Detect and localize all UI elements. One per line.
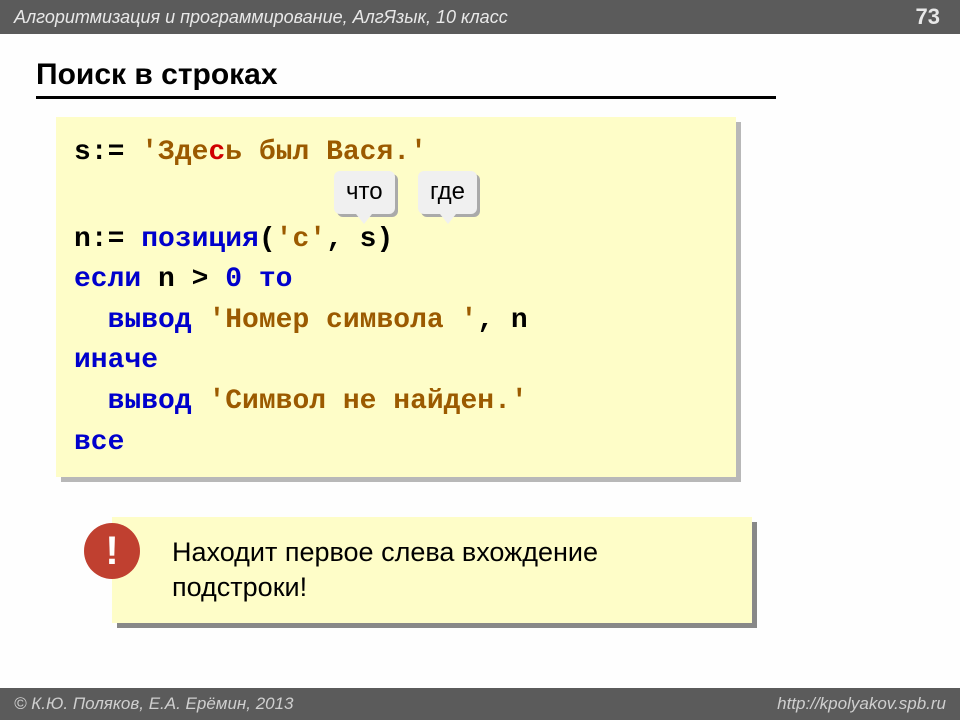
label-chip-what: что	[334, 171, 395, 214]
label-chip-where: где	[418, 171, 477, 214]
code-line: вывод 'Номер символа ', n	[74, 301, 718, 342]
note-box: ! Находит первое слева вхождение подстро…	[112, 517, 752, 623]
title-underline	[36, 96, 776, 99]
code-line: вывод 'Символ не найден.'	[74, 382, 718, 423]
code-line: если n > 0 то	[74, 260, 718, 301]
exclamation-icon: !	[84, 523, 140, 579]
code-line: иначе	[74, 341, 718, 382]
breadcrumb: Алгоритмизация и программирование, АлгЯз…	[14, 7, 508, 28]
header-bar: Алгоритмизация и программирование, АлгЯз…	[0, 0, 960, 34]
footer-bar: © К.Ю. Поляков, Е.А. Ерёмин, 2013 http:/…	[0, 688, 960, 720]
page-title: Поиск в строках	[0, 34, 960, 96]
footer-right: http://kpolyakov.spb.ru	[777, 694, 946, 714]
code-line: s:= 'Здесь был Вася.'	[74, 133, 718, 174]
footer-left: © К.Ю. Поляков, Е.А. Ерёмин, 2013	[14, 694, 294, 714]
code-line: n:= позиция('с', s)	[74, 220, 718, 261]
spacer	[74, 174, 718, 220]
code-line: все	[74, 423, 718, 464]
page-number: 73	[916, 4, 946, 30]
code-block: s:= 'Здесь был Вася.' n:= позиция('с', s…	[56, 117, 736, 477]
note-text: Находит первое слева вхождение подстроки…	[172, 537, 598, 602]
